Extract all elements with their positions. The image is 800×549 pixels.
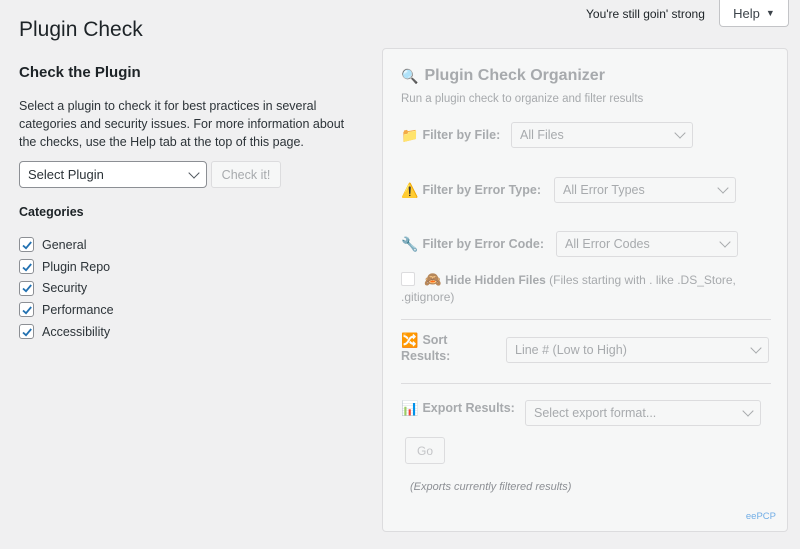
section-description: Select a plugin to check it for best pra… [19, 99, 345, 149]
sort-label-text-1: Sort [422, 333, 448, 347]
see-no-evil-monkey-icon: 🙈 [424, 271, 442, 287]
filter-type-label-text: Filter by Error Type: [422, 183, 541, 197]
sort-label-line-1: 🔀 Sort [401, 333, 447, 347]
warning-icon: ⚠️ [401, 182, 419, 198]
help-button[interactable]: Help ▼ [719, 0, 789, 27]
shuffle-icon: 🔀 [401, 332, 419, 348]
filter-file-select[interactable]: All Files [511, 122, 693, 148]
export-label: 📊 Export Results: [401, 401, 515, 415]
checkbox-security[interactable] [19, 280, 34, 296]
plugin-select-row: Select Plugin Check it! [19, 161, 364, 188]
organizer-subtitle: Run a plugin check to organize and filte… [401, 93, 644, 105]
categories-title: Categories [19, 205, 84, 219]
check-plugin-section: Check the Plugin Select a plugin to chec… [19, 64, 364, 342]
checkmark-icon [21, 262, 32, 272]
organizer-title: 🔍 Plugin Check Organizer [401, 67, 605, 85]
divider [401, 319, 771, 320]
chevron-down-icon [719, 236, 731, 248]
export-label-text: Export Results: [422, 401, 515, 415]
plugin-check-organizer-panel: 🔍 Plugin Check Organizer Run a plugin ch… [382, 48, 788, 532]
status-message: You're still goin' strong [586, 7, 705, 21]
caret-down-icon: ▼ [765, 8, 775, 18]
category-general[interactable]: General [19, 234, 364, 256]
filter-code-value: All Error Codes [565, 237, 650, 251]
category-label: Plugin Repo [42, 259, 111, 274]
checkbox-accessibility[interactable] [19, 324, 34, 340]
filter-file-value: All Files [520, 128, 564, 142]
checkmark-icon [21, 328, 32, 337]
checkbox-plugin-repo[interactable] [19, 259, 34, 275]
go-button[interactable]: Go [405, 437, 445, 464]
hide-hidden-files-checkbox[interactable] [401, 272, 415, 286]
chevron-down-icon [717, 182, 729, 194]
brand-link[interactable]: eePCP [746, 511, 776, 522]
plugin-select[interactable]: Select Plugin [19, 161, 207, 188]
sort-label: 🔀 Sort Results: [401, 333, 450, 363]
chevron-down-icon [742, 405, 754, 417]
plugin-select-value: Select Plugin [28, 167, 104, 182]
filter-code-label: 🔧 Filter by Error Code: [401, 237, 544, 251]
category-label: General [42, 237, 87, 252]
organizer-title-text: Plugin Check Organizer [424, 67, 605, 84]
categories-list: General Plugin Repo Security Performance… [19, 234, 364, 342]
page-title: Plugin Check [19, 18, 143, 41]
filter-code-label-text: Filter by Error Code: [422, 237, 544, 251]
chevron-down-icon [188, 166, 200, 179]
bar-chart-icon: 📊 [401, 400, 419, 416]
chevron-down-icon [750, 342, 762, 354]
filter-type-select[interactable]: All Error Types [554, 177, 736, 203]
filter-file-label-text: Filter by File: [422, 128, 501, 142]
category-security[interactable]: Security [19, 277, 364, 299]
category-label: Performance [42, 302, 114, 317]
magnifier-icon: 🔍 [401, 68, 419, 84]
checkbox-performance[interactable] [19, 302, 34, 318]
sort-label-text-2: Results: [401, 349, 451, 363]
export-format-select[interactable]: Select export format... [525, 400, 761, 426]
exports-note: (Exports currently filtered results) [410, 481, 572, 493]
divider [401, 383, 771, 384]
hide-hidden-files-row[interactable]: 🙈 Hide Hidden Files (Files starting with… [401, 272, 773, 306]
checkmark-icon [21, 284, 32, 293]
section-heading: Check the Plugin [19, 64, 141, 81]
wrench-icon: 🔧 [401, 236, 419, 252]
check-it-button[interactable]: Check it! [211, 161, 281, 188]
folder-icon: 📁 [401, 127, 419, 143]
filter-code-select[interactable]: All Error Codes [556, 231, 738, 257]
filter-type-value: All Error Types [563, 183, 645, 197]
category-label: Security [42, 281, 88, 296]
export-format-placeholder: Select export format... [534, 406, 657, 420]
sort-results-value: Line # (Low to High) [515, 343, 627, 357]
category-plugin-repo[interactable]: Plugin Repo [19, 256, 364, 278]
sort-results-select[interactable]: Line # (Low to High) [506, 337, 769, 363]
filter-file-label: 📁 Filter by File: [401, 128, 500, 142]
help-label: Help [733, 5, 760, 21]
checkmark-icon [21, 241, 32, 250]
filter-type-label: ⚠️ Filter by Error Type: [401, 183, 541, 197]
checkbox-general[interactable] [19, 237, 34, 253]
chevron-down-icon [674, 127, 686, 139]
checkmark-icon [21, 306, 32, 315]
category-label: Accessibility [42, 324, 111, 339]
category-accessibility[interactable]: Accessibility [19, 321, 364, 343]
category-performance[interactable]: Performance [19, 299, 364, 321]
hide-hidden-files-label: Hide Hidden Files [445, 273, 546, 287]
